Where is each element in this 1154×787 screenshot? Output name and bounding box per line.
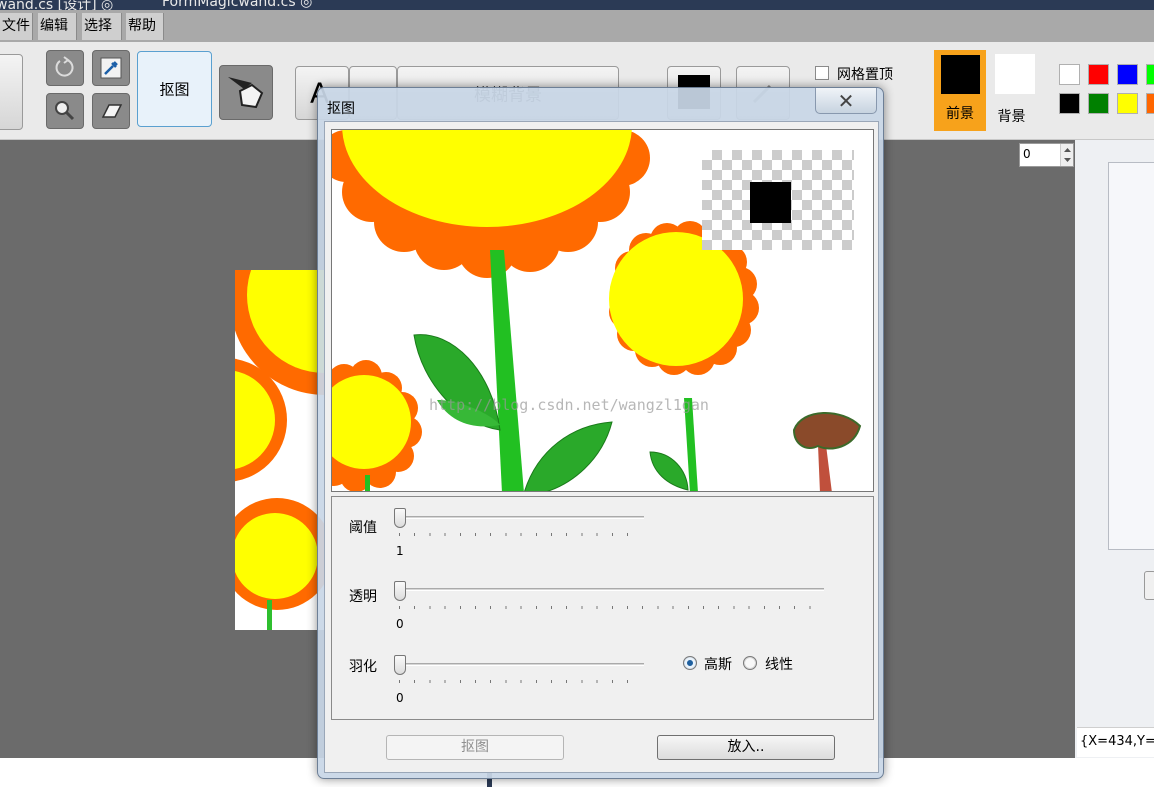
palette-green[interactable] <box>1146 64 1154 85</box>
rotate-icon <box>55 56 74 77</box>
menu-edit[interactable]: 编辑 <box>38 13 77 40</box>
rotate-button[interactable] <box>46 50 84 86</box>
palette-yellow[interactable] <box>1117 93 1138 114</box>
canvas-flowers-image <box>235 270 325 630</box>
palette-orange[interactable] <box>1146 93 1154 114</box>
dialog-body: http://blog.csdn.net/wangzl1gan 阈值 1 透明 … <box>324 121 879 773</box>
palette-red[interactable] <box>1088 64 1109 85</box>
ide-tab-designer[interactable]: wand.cs [设计] ◎ <box>0 0 113 10</box>
menu-file[interactable]: 文件 <box>0 13 33 40</box>
feather-track[interactable] <box>394 663 644 666</box>
preview-flowers-image: http://blog.csdn.net/wangzl1gan <box>332 130 862 491</box>
feather-label: 羽化 <box>349 659 377 675</box>
cutout-tool-label: 抠图 <box>159 80 190 99</box>
ide-tab-strip: wand.cs [设计] ◎ FormMagicwand.cs ◎ <box>0 0 1154 10</box>
gauss-label: 高斯 <box>704 657 732 673</box>
feather-value: 0 <box>396 691 404 705</box>
dialog-title: 抠图 <box>327 101 355 117</box>
close-icon: ✕ <box>837 89 855 113</box>
polygon-lasso-icon <box>228 76 264 108</box>
layers-list[interactable] <box>1108 162 1154 550</box>
spinner-value: 0 <box>1023 147 1031 161</box>
palette-blue[interactable] <box>1117 64 1138 85</box>
zoom-in-button[interactable]: 放入.. <box>657 735 835 760</box>
cutout-tool-button[interactable]: 抠图 <box>137 51 212 127</box>
threshold-track[interactable] <box>394 516 644 519</box>
eyedropper-button[interactable] <box>92 50 130 86</box>
partial-tool-button[interactable] <box>0 54 23 130</box>
zoom-button[interactable] <box>46 93 84 129</box>
watermark-text: http://blog.csdn.net/wangzl1gan <box>429 396 709 414</box>
opacity-value: 0 <box>396 617 404 631</box>
opacity-label: 透明 <box>349 589 377 605</box>
value-spinner[interactable]: 0 <box>1019 143 1074 167</box>
ide-tab-code[interactable]: FormMagicwand.cs ◎ <box>162 0 312 10</box>
linear-label: 线性 <box>765 657 793 673</box>
eraser-button[interactable] <box>92 93 130 129</box>
opacity-slider-thumb[interactable] <box>394 581 406 601</box>
canvas-image[interactable] <box>235 270 325 630</box>
panel-button[interactable] <box>1144 571 1154 600</box>
threshold-ticks <box>399 533 639 536</box>
dialog-close-button[interactable]: ✕ <box>815 88 877 114</box>
cutout-dialog: 抠图 ✕ http://blog.csdn.net/wangzl1gan 阈值 … <box>317 87 884 779</box>
background-label: 背景 <box>997 109 1026 125</box>
threshold-slider-thumb[interactable] <box>394 508 406 528</box>
cutout-controls-panel: 阈值 1 透明 0 羽化 0 高斯 线性 <box>331 496 874 720</box>
opacity-ticks <box>399 606 819 609</box>
opacity-track[interactable] <box>394 588 824 591</box>
eraser-icon <box>101 104 123 118</box>
foreground-color-picker[interactable]: 前景 <box>934 50 986 131</box>
threshold-value: 1 <box>396 544 404 558</box>
feather-ticks <box>399 680 639 683</box>
foreground-swatch <box>941 55 980 94</box>
coordinate-readout: {X=434,Y= <box>1077 727 1154 757</box>
palette-dark-green[interactable] <box>1088 93 1109 114</box>
palette-black[interactable] <box>1059 93 1080 114</box>
gauss-radio[interactable] <box>683 656 697 670</box>
foreground-label: 前景 <box>946 106 974 122</box>
palette-white[interactable] <box>1059 64 1080 85</box>
cutout-button[interactable]: 抠图 <box>386 735 564 760</box>
magnifier-icon <box>55 101 75 121</box>
menu-select[interactable]: 选择 <box>82 13 122 40</box>
linear-radio[interactable] <box>743 656 757 670</box>
eyedropper-icon <box>100 57 122 79</box>
menu-help[interactable]: 帮助 <box>126 13 164 40</box>
spinner-arrows-icon[interactable] <box>1060 144 1073 166</box>
threshold-label: 阈值 <box>349 520 377 536</box>
background-color-picker[interactable] <box>995 54 1035 94</box>
image-preview[interactable]: http://blog.csdn.net/wangzl1gan <box>331 129 874 492</box>
menu-bar: 文件 编辑 选择 帮助 <box>0 10 1154 42</box>
app-window: wand.cs [设计] ◎ FormMagicwand.cs ◎ 文件 编辑 … <box>0 0 1154 787</box>
feather-slider-thumb[interactable] <box>394 655 406 675</box>
polygon-lasso-button[interactable] <box>219 65 273 120</box>
grid-top-label: 网格置顶 <box>837 67 893 83</box>
grid-top-checkbox[interactable] <box>815 66 829 80</box>
